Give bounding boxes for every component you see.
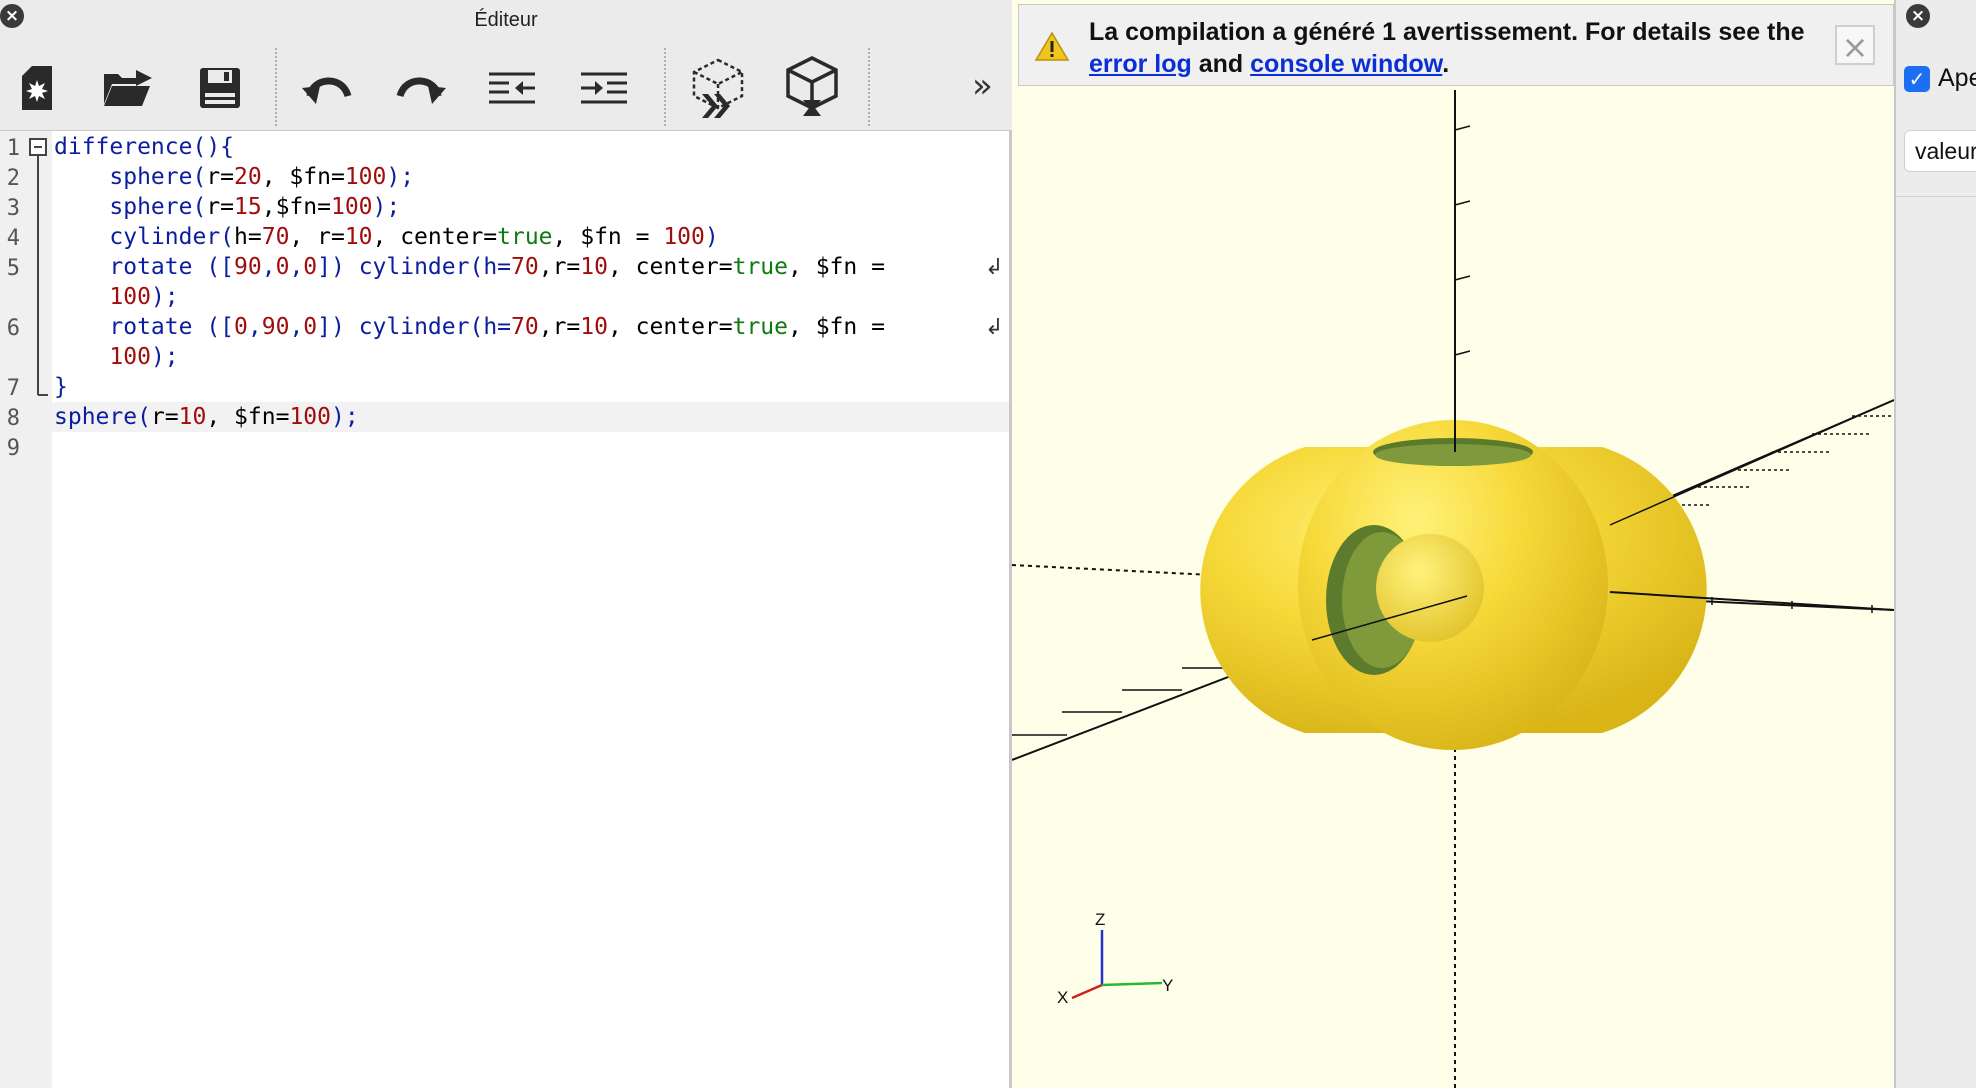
editor-title: Éditeur (474, 9, 538, 31)
fold-marker[interactable] (28, 137, 48, 417)
editor-panel: × Éditeur » 1 2 3 4 5 6 7 8 9 difference… (0, 0, 1012, 1088)
auto-preview-checkbox[interactable]: ✓ (1904, 66, 1930, 92)
line-number: 7 (6, 376, 20, 401)
line-number: 6 (6, 316, 20, 341)
gizmo-y-label: Y (1162, 976, 1173, 995)
code-editor[interactable]: 1 2 3 4 5 6 7 8 9 difference(){ sphere(r… (0, 131, 1009, 1088)
unindent-icon (489, 72, 535, 104)
auto-preview-label: Aperçu automatique (1938, 64, 1976, 92)
console-window-link[interactable]: console window (1250, 50, 1442, 78)
redo-icon (396, 77, 446, 104)
gizmo-x-label: X (1057, 988, 1068, 1007)
indent-icon (581, 72, 627, 104)
toolbar-separator (275, 48, 277, 126)
preview-icon (692, 58, 744, 118)
gizmo-z-label: Z (1095, 910, 1105, 929)
redo-button[interactable] (392, 60, 448, 116)
axis-gizmo: Z Y X (1057, 910, 1173, 1007)
line-number: 4 (6, 226, 20, 251)
preset-select[interactable]: valeurs par défaut (1904, 130, 1976, 172)
code-line-6-wrap[interactable]: 100); (54, 344, 178, 370)
3d-scene[interactable]: Z Y X (1012, 0, 1894, 1088)
open-file-icon (104, 70, 152, 106)
undo-button[interactable] (300, 60, 356, 116)
customizer-divider (1896, 196, 1976, 197)
undo-icon (302, 77, 352, 104)
3d-viewport[interactable]: Z Y X La compilation a généré 1 avertiss… (1012, 0, 1894, 1088)
toolbar-overflow-button[interactable]: » (972, 66, 993, 106)
code-line-5[interactable]: rotate ([90,0,0]) cylinder(h=70,r=10, ce… (54, 254, 885, 280)
line-number: 9 (6, 436, 20, 461)
error-log-link[interactable]: error log (1089, 50, 1192, 78)
unindent-button[interactable] (484, 60, 540, 116)
new-file-button[interactable] (10, 60, 66, 116)
code-line-2[interactable]: sphere(r=20, $fn=100); (54, 164, 414, 190)
warning-banner: La compilation a généré 1 avertissement.… (1018, 4, 1894, 86)
code-line-7[interactable]: } (54, 374, 68, 400)
render-icon (786, 56, 838, 116)
editor-titlebar: × Éditeur (0, 0, 1012, 41)
preview-button[interactable] (690, 58, 746, 118)
toolbar-separator (868, 48, 870, 126)
save-button[interactable] (192, 60, 248, 116)
wrap-indicator-icon: ↲ (985, 255, 1004, 280)
close-warning-button[interactable]: × (1835, 25, 1875, 66)
line-number: 3 (6, 196, 20, 221)
code-line-5-wrap[interactable]: 100); (54, 284, 178, 310)
line-number: 5 (6, 256, 20, 281)
save-icon (200, 68, 240, 108)
indent-button[interactable] (576, 60, 632, 116)
wrap-indicator-icon: ↲ (985, 315, 1004, 340)
line-number: 1 (6, 136, 20, 161)
editor-toolbar: » (0, 40, 1012, 131)
rendered-object[interactable] (1200, 90, 1894, 750)
code-line-6[interactable]: rotate ([0,90,0]) cylinder(h=70,r=10, ce… (54, 314, 885, 340)
toolbar-separator (664, 48, 666, 126)
code-line-4[interactable]: cylinder(h=70, r=10, center=true, $fn = … (54, 224, 718, 250)
warning-icon (1035, 31, 1069, 61)
line-number: 8 (6, 406, 20, 431)
customizer-panel: × ✓ Aperçu automatique valeurs par défau… (1894, 0, 1976, 1088)
open-file-button[interactable] (100, 60, 156, 116)
customizer-close-icon[interactable]: × (1906, 4, 1930, 28)
code-line-3[interactable]: sphere(r=15,$fn=100); (54, 194, 400, 220)
new-file-icon (22, 66, 52, 110)
warning-message: La compilation a généré 1 avertissement.… (1089, 18, 1805, 78)
code-line-8[interactable]: sphere(r=10, $fn=100); (54, 404, 359, 430)
render-button[interactable] (784, 56, 840, 116)
line-number: 2 (6, 166, 20, 191)
code-line-1[interactable]: difference(){ (54, 134, 234, 160)
